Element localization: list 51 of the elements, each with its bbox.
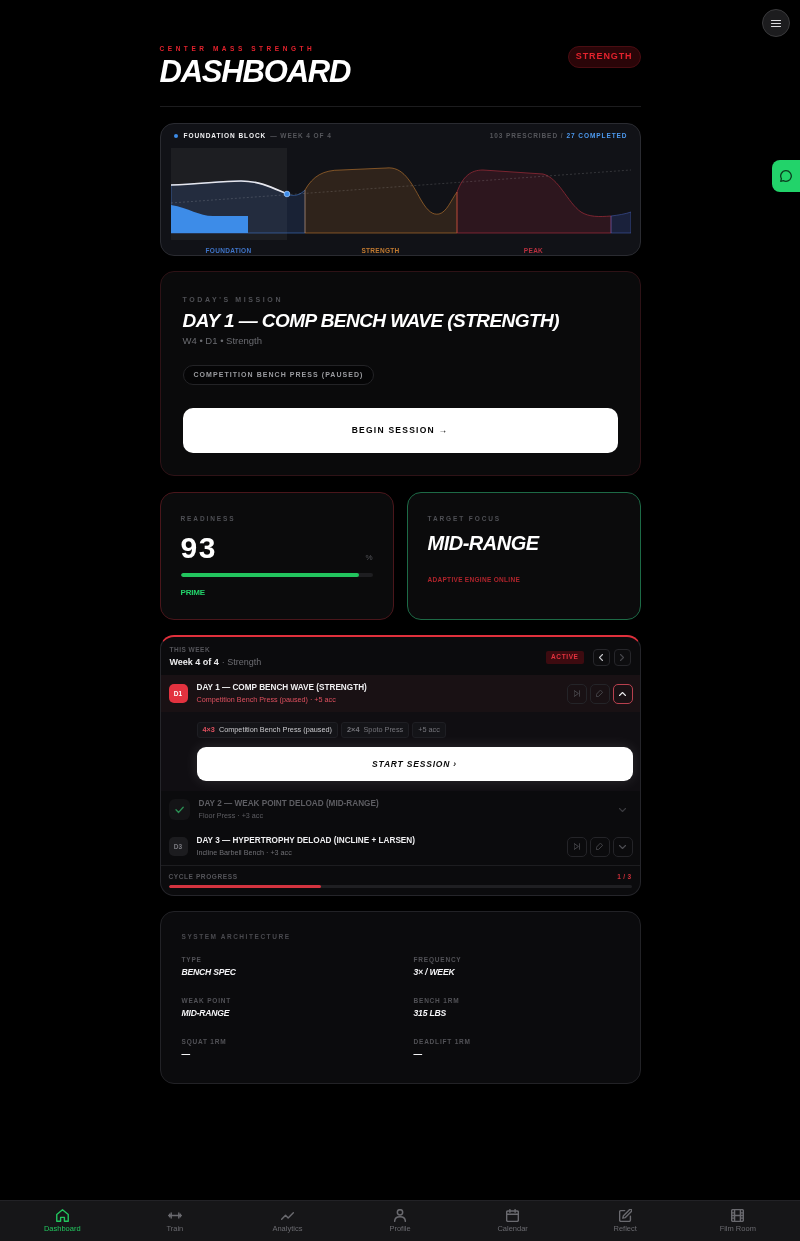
pencil-square-icon [618,1209,632,1222]
percent-unit: % [365,553,373,563]
skip-forward-icon [573,690,580,697]
pencil-icon [596,843,603,850]
skip-button[interactable] [566,836,587,857]
menu-button[interactable] [762,9,790,37]
spec-value: MID-RANGE [181,1008,231,1019]
chat-bubble-icon [780,170,792,182]
skip-button[interactable] [566,683,587,704]
expand-button[interactable] [612,836,633,857]
readiness-status: PRIME [180,588,206,597]
chevron-right-icon [620,653,624,661]
skip-forward-icon [573,843,580,850]
begin-session-button[interactable]: BEGIN SESSION → [182,408,618,453]
trend-line-icon [280,1211,294,1220]
week-title: Week 4 of 4 [169,657,219,667]
mission-title: DAY 1 — COMP BENCH WAVE (STRENGTH) [182,310,560,332]
menu-icon [771,19,781,27]
next-block-area [610,211,631,234]
spec-value: — [413,1049,423,1060]
mode-badge: STRENGTH [567,46,641,68]
spec-value: — [181,1049,191,1060]
caret-up-icon [619,691,626,696]
readiness-value: 93 [180,533,217,563]
status-dot-icon [173,134,178,138]
week-phase: · Strength [221,657,262,667]
mission-meta: W4 • D1 • Strength [182,335,264,347]
pencil-icon [596,690,603,697]
previous-week-button[interactable] [592,648,610,666]
spec-value: 315 LBS [413,1008,447,1019]
caret-down-icon [619,807,626,812]
dumbbell-icon [167,1212,182,1219]
day-title: DAY 1 — COMP BENCH WAVE (STRENGTH) [196,683,368,693]
chevron-left-icon [599,653,603,661]
edit-button[interactable] [589,836,610,857]
start-session-button[interactable]: START SESSION › [196,747,633,781]
edit-button[interactable] [589,683,610,704]
person-icon [394,1209,406,1222]
current-week-marker [283,190,290,198]
calendar-icon [506,1209,520,1222]
chat-button[interactable] [772,160,800,192]
home-icon [55,1209,69,1222]
spec-value: BENCH SPEC [181,967,237,978]
caret-down-icon [619,844,626,849]
spec-value: 3× / WEEK [413,967,456,978]
film-icon [731,1209,745,1222]
page-title: DASHBOARD [159,57,351,87]
day-title: DAY 3 — HYPERTROPHY DELOAD (INCLINE + LARSEN) [196,836,416,846]
focus-value: MID-RANGE [427,532,541,554]
day-title: DAY 2 — WEAK POINT DELOAD (MID-RANGE) [198,799,380,809]
collapse-button[interactable] [612,683,633,704]
